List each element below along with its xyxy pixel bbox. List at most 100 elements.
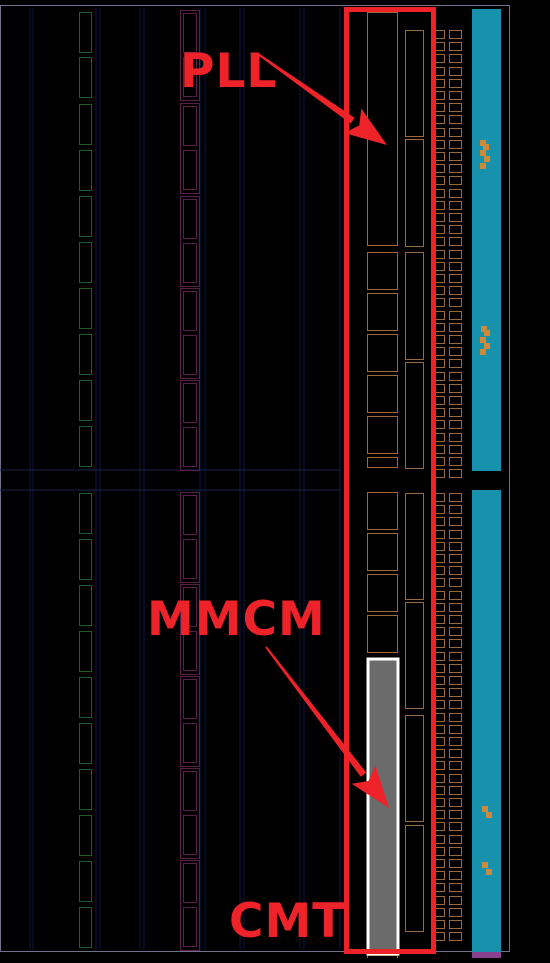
interconnect-tile [449, 286, 462, 295]
interconnect-tile [435, 835, 445, 844]
green-tile [79, 57, 92, 98]
cmt-annotation-label: CMT [229, 894, 346, 949]
interconnect-tile [435, 639, 445, 648]
purple-tile [183, 291, 197, 331]
interconnect-tile [435, 225, 445, 234]
interconnect-tile [449, 871, 462, 880]
cmt-small-tile [367, 334, 398, 372]
interconnect-tile [449, 420, 462, 429]
interconnect-tile [435, 688, 445, 697]
io-site [486, 869, 492, 875]
interconnect-tile [449, 554, 462, 563]
green-tile [79, 631, 92, 672]
interconnect-tile [449, 91, 462, 100]
green-tile [79, 288, 92, 329]
green-tile [79, 493, 92, 534]
interconnect-tile [449, 566, 462, 575]
green-tile [79, 861, 92, 902]
io-site [484, 343, 490, 349]
interconnect-tile [435, 250, 445, 259]
interconnect-tile [449, 603, 462, 612]
interconnect-tile [435, 591, 445, 600]
interconnect-tile [435, 676, 445, 685]
mmcm-annotation-label: MMCM [147, 592, 326, 647]
interconnect-tile [435, 323, 445, 332]
green-tile [79, 907, 92, 948]
green-tile [79, 242, 92, 283]
interconnect-tile [435, 652, 445, 661]
cmt-narrow-tile [405, 825, 424, 932]
green-tile [79, 426, 92, 467]
interconnect-tile [449, 433, 462, 442]
io-site [480, 337, 486, 343]
interconnect-tile [435, 420, 445, 429]
interconnect-tile [435, 627, 445, 636]
green-tile [79, 539, 92, 580]
interconnect-tile [449, 810, 462, 819]
interconnect-tile [435, 372, 445, 381]
interconnect-tile [449, 859, 462, 868]
arrow-head [344, 108, 387, 145]
interconnect-tile [449, 615, 462, 624]
interconnect-tile [435, 786, 445, 795]
interconnect-tile [449, 79, 462, 88]
interconnect-tile [449, 822, 462, 831]
io-site [483, 144, 489, 150]
interconnect-tile [435, 725, 445, 734]
interconnect-tile [449, 152, 462, 161]
interconnect-tile [435, 335, 445, 344]
io-column-top [472, 9, 501, 471]
interconnect-tile [449, 213, 462, 222]
interconnect-tile [435, 298, 445, 307]
interconnect-tile [449, 774, 462, 783]
interconnect-tile [449, 627, 462, 636]
interconnect-tile [435, 542, 445, 551]
interconnect-tile [435, 603, 445, 612]
interconnect-tile [435, 408, 445, 417]
interconnect-tile [449, 67, 462, 76]
cmt-small-tile [367, 375, 398, 413]
interconnect-tile [449, 115, 462, 124]
purple-tile [183, 383, 197, 423]
interconnect-tile [435, 152, 445, 161]
interconnect-tile [449, 530, 462, 539]
purple-tile [183, 907, 197, 947]
arrow-shaft [265, 646, 367, 777]
interconnect-tile [435, 896, 445, 905]
interconnect-tile [435, 871, 445, 880]
cmt-small-tile [367, 416, 398, 454]
interconnect-tile [435, 30, 445, 39]
interconnect-tile [435, 822, 445, 831]
interconnect-tile [449, 469, 462, 478]
interconnect-tile [435, 347, 445, 356]
purple-tile [183, 539, 197, 579]
purple-tile [183, 427, 197, 467]
purple-tile [183, 863, 197, 903]
interconnect-tile [435, 115, 445, 124]
cmt-narrow-tile [405, 30, 424, 137]
interconnect-tile [449, 311, 462, 320]
interconnect-tile [449, 445, 462, 454]
interconnect-tile [449, 749, 462, 758]
cmt-small-tile [367, 293, 398, 331]
interconnect-tile [435, 396, 445, 405]
interconnect-tile [449, 30, 462, 39]
interconnect-tile [435, 920, 445, 929]
interconnect-tile [435, 554, 445, 563]
interconnect-tile [435, 810, 445, 819]
green-tile [79, 769, 92, 810]
purple-tile [183, 771, 197, 811]
interconnect-tile [435, 262, 445, 271]
io-column-bottom [472, 490, 501, 952]
interconnect-tile [435, 749, 445, 758]
interconnect-tile [449, 676, 462, 685]
green-tile [79, 196, 92, 237]
cmt-narrow-tile [405, 715, 424, 822]
purple-tile [183, 106, 197, 146]
interconnect-tile [435, 908, 445, 917]
green-tile [79, 12, 92, 53]
io-site [486, 812, 492, 818]
interconnect-tile [449, 761, 462, 770]
interconnect-tile [449, 225, 462, 234]
interconnect-tile [435, 578, 445, 587]
